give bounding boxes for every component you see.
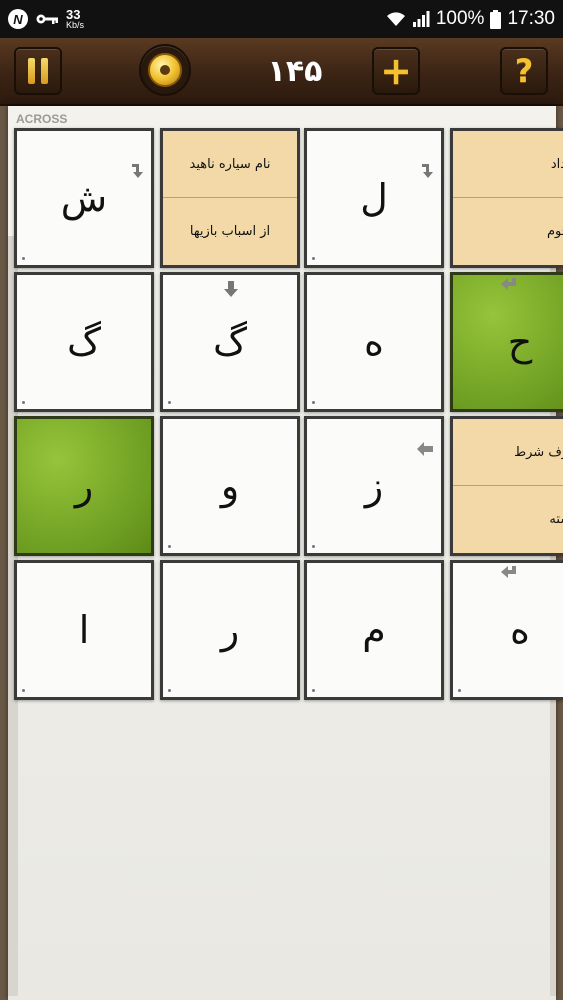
clue-cell[interactable]: تعداد هجوم	[450, 128, 563, 268]
grid-cell[interactable]: و	[160, 416, 300, 556]
arrow-left-icon	[501, 566, 516, 578]
crossword-grid: ش نام سیاره ناهید از اسباب بازیها ل تعدا…	[0, 0, 563, 700]
clue-cell[interactable]: حرف شرط دسته	[450, 416, 563, 556]
grid-cell[interactable]: ز	[304, 416, 444, 556]
clue-cell[interactable]: نام سیاره ناهید از اسباب بازیها	[160, 128, 300, 268]
clue-text: حرف شرط	[453, 419, 563, 486]
cell-letter: گ	[212, 320, 247, 364]
grid-cell-highlighted[interactable]: ر	[14, 416, 154, 556]
cell-letter: ح	[507, 320, 533, 364]
arrow-down-icon	[224, 281, 238, 297]
grid-cell[interactable]: ا	[14, 560, 154, 700]
arrow-left-icon	[501, 278, 516, 290]
clue-text: هجوم	[546, 224, 563, 239]
cell-letter: ر	[74, 464, 94, 508]
cell-letter: گ	[66, 320, 101, 364]
grid-cell[interactable]: ر	[160, 560, 300, 700]
cell-letter: ر	[220, 608, 240, 652]
cell-letter: و	[220, 464, 240, 508]
cell-letter: ل	[360, 176, 388, 220]
arrow-down-icon	[132, 164, 143, 178]
cell-letter: ه	[510, 608, 530, 652]
grid-cell[interactable]: ل	[304, 128, 444, 268]
clue-text: نام سیاره ناهید	[163, 131, 297, 198]
arrow-down-icon	[422, 164, 433, 178]
clue-text: دسته	[549, 512, 563, 527]
clue-text: تعداد	[453, 131, 563, 198]
cell-letter: م	[362, 608, 386, 652]
grid-cell[interactable]: گ	[14, 272, 154, 412]
grid-cell[interactable]: ش	[14, 128, 154, 268]
cell-letter: ا	[78, 608, 90, 652]
clue-text: از اسباب بازیها	[189, 224, 271, 239]
cell-letter: ز	[364, 464, 384, 508]
grid-cell[interactable]: ه	[304, 272, 444, 412]
cell-letter: ش	[60, 176, 108, 220]
cell-letter: ه	[364, 320, 384, 364]
arrow-left-icon	[417, 442, 433, 456]
grid-cell[interactable]: م	[304, 560, 444, 700]
